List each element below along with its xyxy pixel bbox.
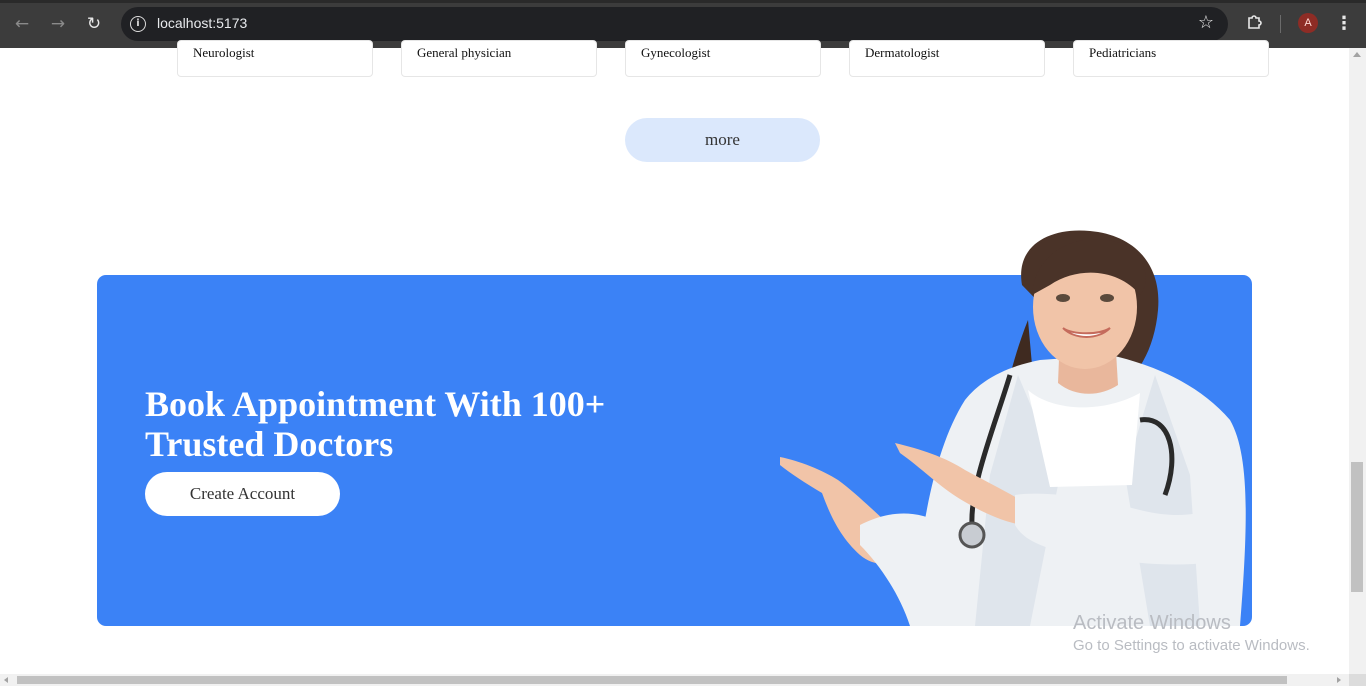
speciality-card-pediatricians[interactable]: Pediatricians	[1073, 40, 1269, 77]
speciality-label: General physician	[417, 45, 512, 60]
speciality-label: Pediatricians	[1089, 45, 1157, 60]
profile-avatar[interactable]: A	[1298, 13, 1318, 33]
back-arrow-icon[interactable]: ←	[10, 12, 34, 36]
forward-arrow-icon[interactable]: →	[46, 12, 70, 36]
reload-icon[interactable]: ↻	[82, 12, 106, 36]
scrollbar-corner	[1349, 674, 1366, 686]
speciality-label: Dermatologist	[865, 45, 940, 60]
scroll-right-arrow-icon[interactable]	[1337, 677, 1341, 683]
banner-title: Book Appointment With 100+ Trusted Docto…	[145, 384, 665, 464]
speciality-label: Neurologist	[193, 45, 255, 60]
speciality-card-dermatologist[interactable]: Dermatologist	[849, 40, 1045, 77]
speciality-card-gynecologist[interactable]: Gynecologist	[625, 40, 821, 77]
info-icon[interactable]: i	[130, 16, 146, 32]
scroll-left-arrow-icon[interactable]	[4, 677, 8, 683]
scroll-up-arrow-icon[interactable]	[1353, 52, 1361, 57]
address-bar[interactable]: i localhost:5173 ☆	[121, 7, 1228, 41]
star-icon[interactable]: ☆	[1198, 12, 1214, 33]
puzzle-icon[interactable]	[1244, 12, 1266, 34]
vertical-scroll-thumb[interactable]	[1351, 462, 1363, 592]
create-account-button[interactable]: Create Account	[145, 472, 340, 516]
banner-title-line2: Trusted Doctors	[145, 424, 394, 464]
horizontal-scroll-thumb[interactable]	[17, 676, 1287, 684]
kebab-menu-icon[interactable]: ⋮	[1334, 12, 1354, 36]
activate-windows-watermark: Activate Windows	[1073, 612, 1231, 634]
url-text[interactable]: localhost:5173	[157, 15, 247, 31]
horizontal-scrollbar[interactable]	[0, 674, 1349, 686]
speciality-label: Gynecologist	[641, 45, 711, 60]
speciality-card-neurologist[interactable]: Neurologist	[177, 40, 373, 77]
banner-title-line1: Book Appointment With 100+	[145, 384, 606, 424]
puzzle-icon-graphic	[1248, 15, 1262, 29]
doctor-image	[780, 230, 1246, 626]
vertical-scrollbar[interactable]	[1349, 48, 1366, 674]
more-button[interactable]: more	[625, 118, 820, 162]
speciality-card-general-physician[interactable]: General physician	[401, 40, 597, 77]
tab-strip-edge	[0, 0, 1366, 3]
activate-windows-hint: Go to Settings to activate Windows.	[1073, 637, 1310, 654]
toolbar-separator	[1280, 15, 1281, 33]
